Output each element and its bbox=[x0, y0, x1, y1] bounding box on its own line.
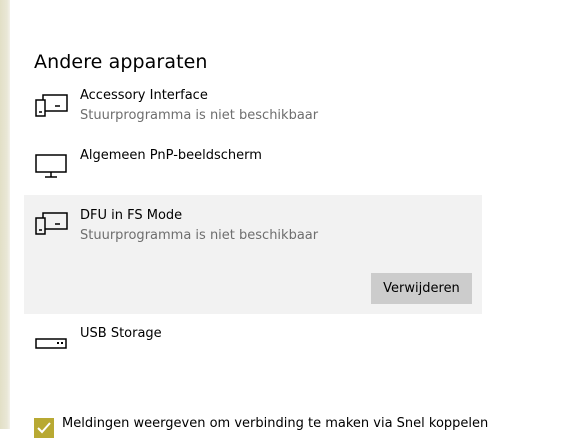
device-name: Accessory Interface bbox=[80, 88, 208, 103]
section-title: Andere apparaten bbox=[34, 51, 208, 73]
device-name: Algemeen PnP-beeldscherm bbox=[80, 148, 262, 163]
device-item-pnp-monitor[interactable]: Algemeen PnP-beeldscherm bbox=[24, 140, 482, 195]
device-status: Stuurprogramma is niet beschikbaar bbox=[80, 108, 319, 123]
device-list: Accessory Interface Stuurprogramma is ni… bbox=[24, 80, 482, 374]
left-window-edge bbox=[0, 0, 10, 429]
remove-device-button[interactable]: Verwijderen bbox=[371, 273, 472, 304]
device-item-dfu-fs-mode[interactable]: DFU in FS Mode Stuurprogramma is niet be… bbox=[24, 195, 482, 314]
device-status: Stuurprogramma is niet beschikbaar bbox=[80, 228, 319, 243]
device-name: USB Storage bbox=[80, 326, 162, 341]
devices-icon bbox=[34, 208, 70, 238]
monitor-icon bbox=[34, 151, 70, 181]
swift-pair-checkbox[interactable] bbox=[34, 418, 54, 438]
device-name: DFU in FS Mode bbox=[80, 208, 183, 223]
device-item-accessory-interface[interactable]: Accessory Interface Stuurprogramma is ni… bbox=[24, 80, 482, 140]
devices-icon bbox=[34, 90, 70, 120]
device-item-usb-storage[interactable]: USB Storage bbox=[24, 314, 482, 374]
checkmark-icon bbox=[37, 422, 51, 434]
drive-icon bbox=[34, 328, 70, 358]
